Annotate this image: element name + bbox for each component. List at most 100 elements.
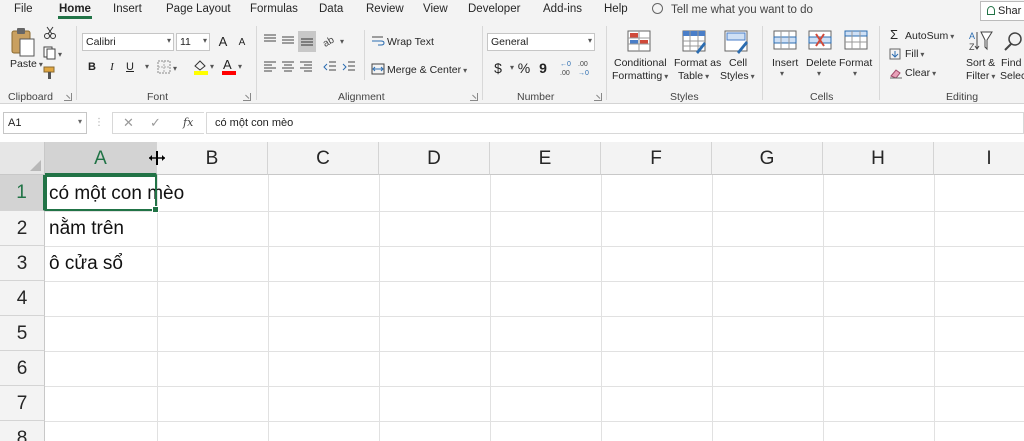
paste-button[interactable] bbox=[9, 27, 37, 62]
format-cells-dropdown[interactable]: ▾ bbox=[853, 69, 857, 78]
row-header-8[interactable]: 8 bbox=[0, 421, 45, 441]
cell-a3[interactable]: ô cửa sổ bbox=[49, 253, 123, 275]
column-header-f[interactable]: F bbox=[601, 142, 712, 175]
select-all-button[interactable] bbox=[0, 142, 45, 175]
cancel-entry-button[interactable]: ✕ bbox=[123, 115, 134, 131]
column-header-b[interactable]: B bbox=[157, 142, 268, 175]
fill-button[interactable] bbox=[889, 48, 903, 63]
tab-data[interactable]: Data bbox=[319, 3, 343, 15]
active-cell-selection[interactable] bbox=[45, 175, 159, 213]
increase-indent-button[interactable] bbox=[341, 60, 357, 77]
insert-cells-dropdown[interactable]: ▾ bbox=[780, 69, 784, 78]
clear-button[interactable] bbox=[889, 67, 903, 82]
insert-cells-label[interactable]: Insert bbox=[772, 57, 798, 69]
row-header-1[interactable]: 1 bbox=[0, 175, 45, 211]
share-button[interactable]: Shar bbox=[980, 1, 1024, 21]
increase-decimal-button[interactable]: ←0.00 bbox=[560, 59, 576, 80]
fill-label[interactable]: Fill bbox=[905, 48, 924, 60]
column-header-d[interactable]: D bbox=[379, 142, 490, 175]
enter-entry-button[interactable]: ✓ bbox=[150, 115, 161, 131]
formula-input[interactable]: có một con mèo bbox=[206, 112, 1024, 134]
tab-developer[interactable]: Developer bbox=[468, 3, 520, 15]
column-header-g[interactable]: G bbox=[712, 142, 823, 175]
wrap-text-label[interactable]: Wrap Text bbox=[387, 36, 434, 48]
font-launcher[interactable] bbox=[243, 93, 251, 101]
font-name-combo[interactable]: Calibri ▾ bbox=[82, 33, 174, 51]
comma-style-button[interactable]: 9 bbox=[534, 59, 552, 77]
row-header-7[interactable]: 7 bbox=[0, 386, 45, 421]
underline-dropdown[interactable]: ▾ bbox=[138, 58, 156, 76]
format-cells-label[interactable]: Format bbox=[839, 57, 872, 69]
tab-view[interactable]: View bbox=[423, 3, 448, 15]
italic-button[interactable]: I bbox=[103, 58, 121, 76]
delete-cells-button[interactable] bbox=[808, 30, 834, 55]
align-bottom-button[interactable] bbox=[298, 31, 316, 52]
name-box[interactable]: A1 ▾ bbox=[3, 112, 87, 134]
format-painter-button[interactable] bbox=[43, 66, 57, 83]
merge-center-button[interactable] bbox=[371, 63, 385, 78]
tell-me-search[interactable]: Tell me what you want to do bbox=[652, 3, 813, 16]
align-right-button[interactable] bbox=[298, 60, 314, 77]
cell-a2[interactable]: nằm trên bbox=[49, 218, 124, 240]
alignment-launcher[interactable] bbox=[470, 93, 478, 101]
tab-help[interactable]: Help bbox=[604, 3, 628, 15]
find-select-label-1[interactable]: Find bbox=[1001, 57, 1021, 69]
underline-button[interactable]: U bbox=[121, 58, 139, 76]
sort-filter-label-2[interactable]: Filter bbox=[966, 70, 995, 82]
conditional-formatting-label-1[interactable]: Conditional bbox=[614, 57, 667, 69]
merge-center-label[interactable]: Merge & Center bbox=[387, 64, 467, 76]
autosum-label[interactable]: AutoSum bbox=[905, 30, 954, 42]
grow-font-button[interactable]: A bbox=[214, 33, 232, 51]
copy-button[interactable]: ▾ bbox=[43, 46, 65, 63]
delete-cells-dropdown[interactable]: ▾ bbox=[817, 69, 821, 78]
align-middle-button[interactable] bbox=[280, 32, 296, 51]
row-header-5[interactable]: 5 bbox=[0, 316, 45, 351]
format-cells-button[interactable] bbox=[844, 30, 870, 55]
decrease-indent-button[interactable] bbox=[322, 60, 338, 77]
insert-function-button[interactable]: fx bbox=[183, 116, 193, 129]
tab-insert[interactable]: Insert bbox=[113, 3, 142, 15]
column-header-a[interactable]: A bbox=[45, 142, 157, 175]
tab-file[interactable]: File bbox=[14, 3, 33, 15]
row-header-2[interactable]: 2 bbox=[0, 211, 45, 246]
fill-color-button[interactable]: ▾ bbox=[193, 58, 219, 78]
cut-button[interactable] bbox=[43, 26, 57, 43]
align-top-button[interactable] bbox=[262, 32, 278, 51]
shrink-font-button[interactable]: A bbox=[233, 34, 251, 52]
insert-cells-button[interactable] bbox=[773, 30, 799, 55]
format-as-table-button[interactable] bbox=[682, 30, 708, 57]
column-header-e[interactable]: E bbox=[490, 142, 601, 175]
decrease-decimal-button[interactable]: .00 →0 bbox=[578, 59, 594, 80]
number-launcher[interactable] bbox=[594, 93, 602, 101]
column-header-c[interactable]: C bbox=[268, 142, 379, 175]
find-select-button[interactable] bbox=[1003, 30, 1024, 55]
tab-home[interactable]: Home bbox=[58, 3, 92, 19]
clear-label[interactable]: Clear bbox=[905, 67, 936, 79]
format-as-table-label-2[interactable]: Table bbox=[678, 70, 709, 82]
clipboard-launcher[interactable] bbox=[64, 93, 72, 101]
column-header-h[interactable]: H bbox=[823, 142, 934, 175]
orientation-button[interactable]: ab ▾ bbox=[321, 32, 348, 51]
column-header-i[interactable]: I bbox=[934, 142, 1024, 175]
tab-add-ins[interactable]: Add-ins bbox=[543, 3, 582, 15]
font-color-button[interactable]: A ▾ bbox=[221, 57, 247, 78]
name-box-dropdown-icon[interactable]: ▾ bbox=[78, 117, 82, 126]
delete-cells-label[interactable]: Delete bbox=[806, 57, 836, 69]
row-header-4[interactable]: 4 bbox=[0, 281, 45, 316]
find-select-label-2[interactable]: Selec bbox=[1000, 70, 1024, 82]
tab-review[interactable]: Review bbox=[366, 3, 404, 15]
font-size-combo[interactable]: 11 ▾ bbox=[176, 33, 210, 51]
percent-button[interactable]: % bbox=[515, 59, 533, 77]
formula-bar-grip[interactable]: ⋮ bbox=[94, 117, 105, 128]
conditional-formatting-button[interactable] bbox=[627, 30, 653, 57]
paste-label[interactable]: Paste bbox=[10, 58, 43, 70]
conditional-formatting-label-2[interactable]: Formatting bbox=[612, 70, 668, 82]
cell-styles-button[interactable] bbox=[724, 30, 750, 57]
row-header-3[interactable]: 3 bbox=[0, 246, 45, 281]
wrap-text-button[interactable] bbox=[371, 35, 385, 50]
format-as-table-label-1[interactable]: Format as bbox=[674, 57, 721, 69]
borders-button[interactable]: ▾ bbox=[157, 59, 181, 78]
number-format-combo[interactable]: General ▾ bbox=[487, 33, 595, 51]
sort-filter-button[interactable]: AZ bbox=[968, 29, 994, 58]
cell-styles-label-2[interactable]: Styles bbox=[720, 70, 755, 82]
